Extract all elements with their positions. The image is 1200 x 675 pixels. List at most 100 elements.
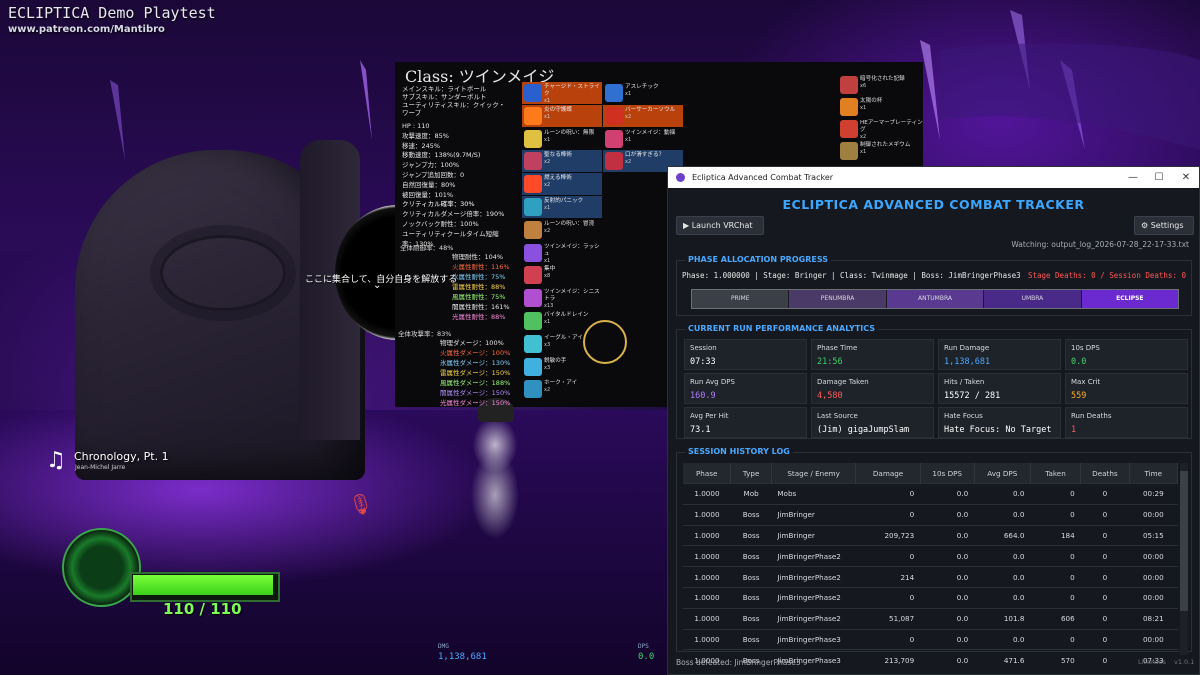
table-cell: 0.0 [920, 503, 975, 526]
skill-icon [605, 129, 623, 148]
stat-card-value: 160.9 [690, 391, 716, 401]
skill-tile: 炎の守護蝶 x1 [522, 104, 602, 127]
stat-line: ユーティリティクールタイム短縮 [402, 229, 499, 238]
skill-count: x2 [544, 159, 551, 166]
game-subtitle: www.patreon.com/Mantibro [8, 24, 165, 35]
skill-name: アスレチック [625, 84, 659, 90]
skill-icon [605, 84, 623, 102]
skill-name: 鋭敏の手 [544, 357, 567, 364]
skill-info: チャージド・ストライク x1 [544, 84, 602, 105]
table-cell: Mob [730, 483, 772, 505]
hp-text: 110 / 110 [163, 600, 242, 618]
stat-card: Run Damage 1,138,681 [938, 339, 1061, 370]
phase-segment: PENUMBRA [788, 290, 886, 308]
table-cell: 51,087 [855, 607, 921, 630]
relic-icon [840, 142, 858, 160]
table-cell: 0 [855, 545, 921, 567]
table-cell: 00:29 [1129, 483, 1178, 505]
table-row[interactable]: 1.0000 Boss JimBringerPhase2 51,087 0.0 101.8… [683, 607, 1178, 630]
maximize-icon[interactable]: ☐ [1146, 167, 1172, 188]
relic-name: 制御されたメギウム [860, 142, 911, 148]
scrollbar-thumb[interactable] [1180, 471, 1188, 611]
table-cell: 0.0 [920, 649, 975, 671]
stat-card: Run Deaths 1 [1065, 407, 1188, 438]
column-header[interactable]: Stage / Enemy [771, 463, 857, 484]
stat-card-value: Hate Focus: No Target [944, 425, 1052, 435]
skill-icon [524, 220, 542, 239]
mic-muted-icon: 🎙︎ [348, 492, 374, 516]
skill-icon [524, 334, 542, 353]
skill-icon [605, 152, 623, 171]
skill-info: ホーク・アイ x2 [544, 380, 577, 394]
table-header-row: Phase Type Stage / Enemy Damage 10s DPS Avg D… [683, 463, 1179, 484]
table-cell: 1.0000 [683, 586, 731, 609]
stat-card-value: 1,138,681 [944, 357, 991, 367]
table-cell: 664.0 [974, 524, 1031, 546]
close-icon[interactable]: ✕ [1173, 167, 1199, 188]
table-cell: 05:15 [1129, 524, 1178, 546]
relic-info: 暗号化された記録 x6 [860, 76, 905, 96]
licenses-link[interactable]: Licenses [1138, 658, 1166, 666]
column-header[interactable]: Phase [683, 463, 732, 484]
table-cell: JimBringerPhase2 [771, 566, 856, 588]
attack-header: 全体攻撃率：83% [398, 330, 452, 338]
table-cell: 0.0 [974, 503, 1031, 526]
table-body: 1.0000 Mob Mobs 0 0.0 0.0 0 0 00:29 1.0000 Boss Jim… [683, 483, 1178, 671]
skill-tile: 聖なる棒術 x2 [522, 150, 602, 173]
skill-info: ルーンの呪い：無限 x1 [544, 130, 594, 144]
stat-card: Avg Per Hit 73.1 [684, 407, 807, 438]
table-row[interactable]: 1.0000 Boss JimBringerPhase2 0 0.0 0.0 0 0 00:00 [683, 545, 1178, 567]
column-header[interactable]: Avg DPS [974, 463, 1031, 484]
table-row[interactable]: 1.0000 Boss JimBringerPhase2 0 0.0 0.0 0 0 00:00 [683, 586, 1178, 609]
skill-info: バイタルドレイン x1 [544, 312, 589, 326]
table-row[interactable]: 1.0000 Boss JimBringerPhase3 0 0.0 0.0 0 0 00:00 [683, 628, 1178, 650]
minimize-icon[interactable]: — [1120, 167, 1146, 188]
column-header[interactable]: Type [730, 463, 772, 484]
version-label: v1.0.1 [1174, 658, 1195, 666]
stat-card-value: 559 [1071, 391, 1087, 401]
skill-count: x1 [544, 113, 551, 120]
skill-info: 鋭敏の手 x3 [544, 358, 566, 372]
launch-vrchat-button[interactable]: ▶ Launch VRChat [676, 216, 764, 235]
stat-card-label: Max Crit [1071, 378, 1101, 386]
table-row[interactable]: 1.0000 Mob Mobs 0 0.0 0.0 0 0 00:29 [683, 483, 1178, 505]
table-row[interactable]: 1.0000 Boss JimBringer 209,723 0.0 664.0 184 0 0… [683, 524, 1178, 546]
music-title: Chronology, Pt. 1 [74, 450, 169, 463]
skill-tile: イーグル・アイ x3 [522, 333, 602, 355]
window-titlebar[interactable]: Ecliptica Advanced Combat Tracker — ☐ ✕ [668, 167, 1199, 188]
settings-button[interactable]: ⚙ Settings [1134, 216, 1194, 235]
table-cell: 0 [1080, 483, 1130, 505]
table-cell: 184 [1030, 524, 1081, 546]
stat-line: ジャンプ追加回数：0 [402, 171, 465, 179]
main-skill: メインスキル：ライトボール [402, 85, 487, 93]
skill-icon [524, 152, 542, 171]
phase-section: PHASE ALLOCATION PROGRESS Phase: 1.00000… [676, 255, 1192, 316]
table-cell: 1.0000 [683, 503, 731, 526]
resistance-line: 雷属性耐性：88% [452, 283, 506, 291]
dmg-label: DMG [438, 643, 449, 650]
column-header[interactable]: Time [1129, 463, 1179, 484]
table-row[interactable]: 1.0000 Boss JimBringerPhase2 214 0.0 0.0 0 0 00:… [683, 566, 1178, 588]
skill-count: x2 [625, 113, 632, 120]
skill-icon [524, 380, 542, 399]
skill-name: ルーンの呪い：冒涜 [544, 220, 595, 227]
table-row[interactable]: 1.0000 Boss JimBringer 0 0.0 0.0 0 0 00:00 [683, 503, 1178, 526]
table-cell: 0.0 [974, 483, 1031, 505]
stat-card-value: 73.1 [690, 425, 711, 435]
skill-count: x1 [625, 91, 632, 97]
table-cell: 0.0 [974, 566, 1031, 588]
stat-card: Max Crit 559 [1065, 373, 1188, 404]
stat-card-value: 15572 / 281 [944, 391, 1001, 401]
column-header[interactable]: Damage [855, 463, 921, 484]
stat-line: 移動速度：138%(9.7M/S) [402, 151, 481, 160]
column-header[interactable]: Taken [1030, 463, 1082, 484]
tombstone-emblem [160, 235, 286, 311]
skill-info: 集中 x8 [544, 266, 555, 280]
table-cell: Boss [730, 586, 772, 609]
column-header[interactable]: 10s DPS [920, 463, 975, 484]
phase-segment: PRIME [692, 290, 789, 308]
column-header[interactable]: Deaths [1080, 463, 1130, 484]
stat-card-value: 4,580 [817, 391, 843, 401]
skill-tile: バイタルドレイン x1 [522, 310, 602, 332]
stat-card-label: Last Source [817, 412, 858, 420]
